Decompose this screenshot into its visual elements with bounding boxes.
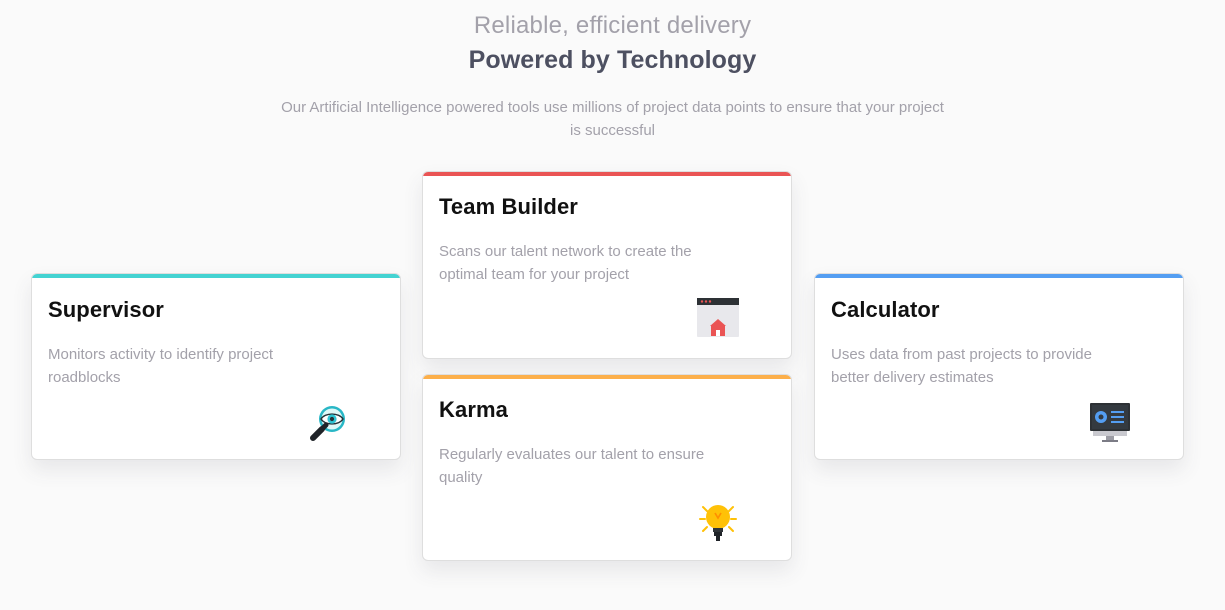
karma-description: Regularly evaluates our talent to ensure… [439, 446, 705, 486]
team-builder-card: Team Builder Scans our talent network to… [422, 171, 792, 359]
calculator-title: Calculator [831, 297, 940, 322]
supervisor-title: Supervisor [48, 297, 164, 322]
supervisor-description: Monitors activity to identify project ro… [48, 346, 274, 386]
team-builder-icon [697, 298, 741, 342]
team-builder-title: Team Builder [439, 194, 578, 219]
calculator-description: Uses data from past projects to provide … [831, 346, 1092, 386]
calculator-card: Calculator Uses data from past projects … [814, 273, 1184, 460]
lightbulb-icon [697, 501, 741, 545]
karma-card: Karma Regularly evaluates our talent to … [422, 374, 792, 561]
supervisor-card: Supervisor Monitors activity to identify… [31, 273, 401, 460]
hero-subtitle: Reliable, efficient delivery [473, 12, 752, 39]
magnifier-eye-icon [306, 401, 350, 445]
karma-title: Karma [439, 397, 508, 422]
monitor-chart-icon [1089, 401, 1133, 445]
team-builder-description: Scans our talent network to create the o… [439, 243, 692, 283]
hero-title: Powered by Technology [468, 46, 757, 74]
hero-intro: Our Artificial Intelligence powered tool… [281, 99, 944, 139]
